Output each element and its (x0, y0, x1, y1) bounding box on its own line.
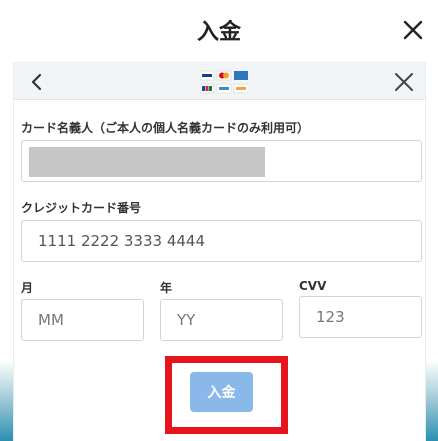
cvv-input[interactable]: 123 (299, 296, 422, 338)
cvv-label: CVV (299, 279, 327, 293)
card-number-label: クレジットカード番号 (21, 201, 142, 215)
modal-title: 入金 (196, 20, 241, 45)
panel-close-icon[interactable] (393, 71, 415, 93)
card-brand-logos-icon (200, 70, 248, 94)
year-label: 年 (160, 281, 173, 295)
month-input[interactable]: MM (21, 299, 144, 341)
cardholder-label: カード名義人（ご本人の個人名義カードのみ利用可） (21, 121, 310, 135)
card-number-input[interactable]: 1111 2222 3333 4444 (21, 220, 422, 262)
cardholder-name-input[interactable] (21, 140, 422, 182)
close-icon[interactable] (400, 17, 426, 43)
deposit-submit-button[interactable]: 入金 (190, 372, 253, 412)
year-input[interactable]: YY (160, 299, 283, 341)
cardholder-name-masked-value (29, 147, 265, 177)
deposit-card-panel: カード名義人（ご本人の個人名義カードのみ利用可） クレジットカード番号 1111… (14, 63, 425, 441)
chevron-left-icon[interactable] (28, 71, 46, 93)
panel-header (14, 63, 425, 100)
modal-header: 入金 (0, 0, 438, 62)
month-label: 月 (21, 281, 34, 295)
